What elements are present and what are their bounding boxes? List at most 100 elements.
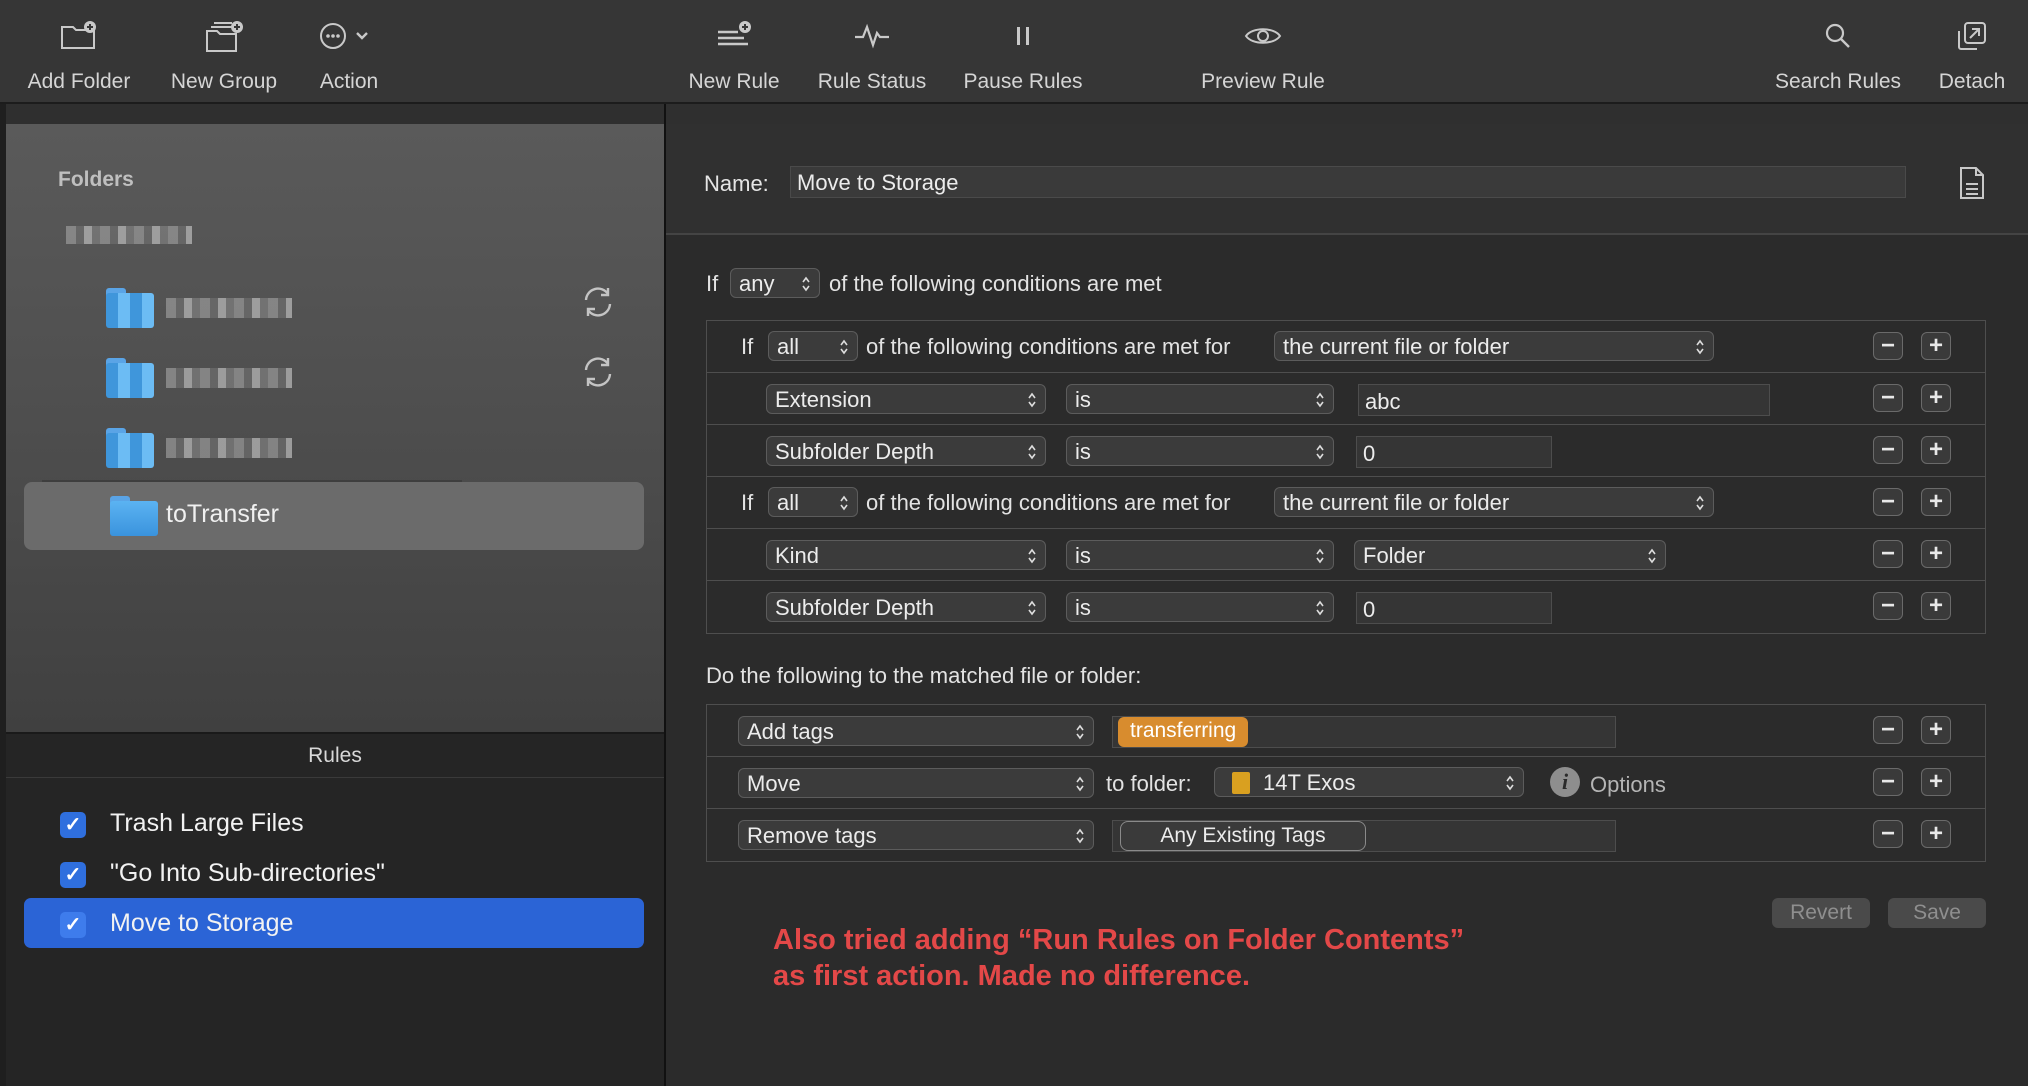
rule-checkbox[interactable]: ✓: [60, 912, 86, 938]
sidebar-top-gap: [6, 104, 664, 124]
add-action-button[interactable]: +: [1921, 716, 1951, 744]
add-action-button[interactable]: +: [1921, 820, 1951, 848]
info-icon[interactable]: i: [1550, 767, 1580, 797]
new-group-label: New Group: [170, 70, 278, 93]
condition-operator-popup[interactable]: is: [1066, 384, 1334, 414]
top-quantifier-popup[interactable]: any: [730, 268, 820, 298]
rule-checkbox[interactable]: ✓: [60, 862, 86, 888]
condition-attribute-popup[interactable]: Kind: [766, 540, 1046, 570]
divider: [707, 424, 1985, 425]
remove-condition-button[interactable]: −: [1873, 384, 1903, 412]
sync-icon[interactable]: [580, 354, 616, 390]
rule-item-go-into-sub-directories[interactable]: ✓ "Go Into Sub-directories": [24, 848, 644, 898]
up-down-chevron-icon: [1028, 548, 1036, 564]
new-rule-button[interactable]: New Rule: [682, 0, 786, 104]
folder-icon: [106, 288, 154, 328]
any-existing-tags-button[interactable]: Any Existing Tags: [1120, 821, 1366, 851]
condition-operator-popup[interactable]: is: [1066, 592, 1334, 622]
group-target-popup[interactable]: the current file or folder: [1274, 487, 1714, 517]
conditions-block: [706, 320, 1986, 634]
up-down-chevron-icon: [1696, 339, 1704, 355]
divider: [707, 756, 1985, 757]
action-type-popup[interactable]: Move: [738, 768, 1094, 798]
folder-icon: [106, 358, 154, 398]
to-folder-label: to folder:: [1106, 771, 1192, 796]
pause-rules-label: Pause Rules: [963, 70, 1083, 93]
toolbar: Add Folder New Group Action New Rule Rul…: [0, 0, 2028, 104]
new-group-button[interactable]: New Group: [162, 0, 286, 104]
condition-value-field[interactable]: 0: [1356, 592, 1552, 624]
add-condition-button[interactable]: +: [1921, 384, 1951, 412]
save-button[interactable]: Save: [1888, 898, 1986, 928]
condition-attribute-popup[interactable]: Extension: [766, 384, 1046, 414]
rule-label: "Go Into Sub-directories": [110, 859, 385, 887]
up-down-chevron-icon: [1028, 600, 1036, 616]
up-down-chevron-icon: [1316, 548, 1324, 564]
detach-icon: [1944, 16, 2000, 56]
group-target-popup[interactable]: the current file or folder: [1274, 331, 1714, 361]
annotation-note-line-2: as first action. Made no difference.: [773, 960, 1250, 992]
destination-folder-popup[interactable]: 14T Exos: [1214, 767, 1524, 797]
sync-icon[interactable]: [580, 284, 616, 320]
add-condition-button[interactable]: +: [1921, 332, 1951, 360]
revert-button[interactable]: Revert: [1772, 898, 1870, 928]
divider: [707, 528, 1985, 529]
group-if-label: If: [741, 490, 754, 515]
top-condition-text: of the following conditions are met: [829, 271, 1162, 296]
add-folder-label: Add Folder: [27, 70, 131, 93]
condition-value-field[interactable]: 0: [1356, 436, 1552, 468]
group-quantifier-popup[interactable]: all: [768, 331, 858, 361]
remove-action-button[interactable]: −: [1873, 820, 1903, 848]
redacted-folder-name: [166, 438, 292, 458]
search-rules-button[interactable]: Search Rules: [1768, 0, 1908, 104]
add-folder-icon: [51, 16, 107, 56]
remove-action-button[interactable]: −: [1873, 768, 1903, 796]
up-down-chevron-icon: [1316, 600, 1324, 616]
add-condition-button[interactable]: +: [1921, 488, 1951, 516]
up-down-chevron-icon: [1648, 548, 1656, 564]
eye-icon: [1235, 16, 1291, 56]
rule-item-trash-large-files[interactable]: ✓ Trash Large Files: [24, 798, 644, 848]
divider: [707, 580, 1985, 581]
drive-icon: [1232, 772, 1250, 794]
add-action-button[interactable]: +: [1921, 768, 1951, 796]
rule-name-field[interactable]: Move to Storage: [790, 166, 1906, 198]
rule-status-button[interactable]: Rule Status: [810, 0, 934, 104]
condition-operator-popup[interactable]: is: [1066, 540, 1334, 570]
ellipsis-circle-icon: [314, 16, 384, 56]
add-folder-button[interactable]: Add Folder: [16, 0, 142, 104]
detach-button[interactable]: Detach: [1932, 0, 2012, 104]
remove-action-button[interactable]: −: [1873, 716, 1903, 744]
remove-condition-button[interactable]: −: [1873, 592, 1903, 620]
document-icon[interactable]: [1958, 166, 1986, 200]
add-condition-button[interactable]: +: [1921, 592, 1951, 620]
rule-label: Move to Storage: [110, 909, 294, 937]
divider: [707, 372, 1985, 373]
action-menu-button[interactable]: Action: [304, 0, 394, 104]
condition-operator-popup[interactable]: is: [1066, 436, 1334, 466]
condition-value-field[interactable]: abc: [1358, 384, 1770, 416]
condition-attribute-popup[interactable]: Subfolder Depth: [766, 592, 1046, 622]
rule-checkbox[interactable]: ✓: [60, 812, 86, 838]
add-condition-button[interactable]: +: [1921, 436, 1951, 464]
remove-condition-button[interactable]: −: [1873, 332, 1903, 360]
rule-label: Trash Large Files: [110, 809, 304, 837]
action-type-popup[interactable]: Add tags: [738, 716, 1094, 746]
preview-rule-button[interactable]: Preview Rule: [1194, 0, 1332, 104]
pause-rules-button[interactable]: Pause Rules: [958, 0, 1088, 104]
divider: [707, 476, 1985, 477]
condition-value-popup[interactable]: Folder: [1354, 540, 1666, 570]
group-quantifier-popup[interactable]: all: [768, 487, 858, 517]
remove-condition-button[interactable]: −: [1873, 540, 1903, 568]
redacted-group-name: [66, 226, 192, 244]
tag-token[interactable]: transferring: [1118, 717, 1249, 747]
rule-item-move-to-storage[interactable]: ✓ Move to Storage: [24, 898, 644, 948]
options-button[interactable]: Options: [1590, 772, 1666, 798]
up-down-chevron-icon: [1696, 495, 1704, 511]
action-type-popup[interactable]: Remove tags: [738, 820, 1094, 850]
folders-header: Folders: [58, 168, 134, 191]
add-condition-button[interactable]: +: [1921, 540, 1951, 568]
remove-condition-button[interactable]: −: [1873, 488, 1903, 516]
condition-attribute-popup[interactable]: Subfolder Depth: [766, 436, 1046, 466]
remove-condition-button[interactable]: −: [1873, 436, 1903, 464]
